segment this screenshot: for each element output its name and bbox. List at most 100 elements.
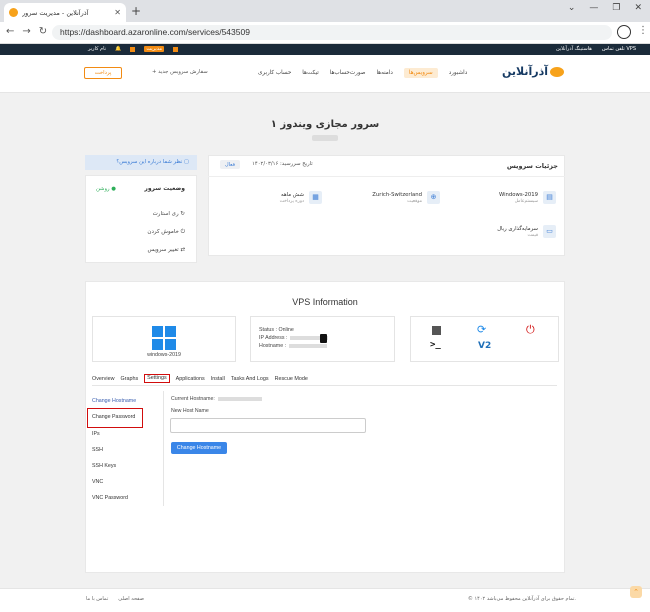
page-title: ۱ سرور مجازی ویندوز xyxy=(270,119,380,130)
tab-graphs[interactable]: Graphs xyxy=(120,376,138,383)
scroll-top-icon[interactable]: ⌃ xyxy=(630,586,642,598)
hostname-label: Hostname : xyxy=(259,343,287,349)
top-info-bar: هاستینگ آذرآنلاین تلفن تماس VPS نام کارب… xyxy=(0,44,650,55)
money-icon: ▭ xyxy=(543,225,556,238)
status-label: Status : xyxy=(259,327,277,333)
os-label: سیستم‌عامل xyxy=(514,198,538,204)
close-tab-icon[interactable]: ✕ xyxy=(114,8,121,17)
vnc-icon[interactable]: V2 xyxy=(478,341,491,351)
restore-icon[interactable]: ❐ xyxy=(612,3,620,13)
site-logo[interactable]: آذرآنلاین xyxy=(502,65,565,78)
address-bar[interactable]: https://dashboard.azaronline.com/service… xyxy=(52,25,612,40)
online-text: روشن xyxy=(96,186,110,192)
vps-title: VPS Information xyxy=(292,297,358,307)
server-status-title: وضعیت سرور xyxy=(144,185,185,192)
location-label: موقعیت xyxy=(407,198,422,204)
copy-icon[interactable] xyxy=(320,334,327,343)
forward-icon[interactable]: → xyxy=(22,26,30,37)
swap-icon: ⇄ xyxy=(180,247,185,253)
tab-tasks-logs[interactable]: Tasks And Logs xyxy=(231,376,269,383)
stop-icon[interactable] xyxy=(432,326,441,335)
current-hostname-label: Current Hostname: xyxy=(171,396,215,402)
cart-icon[interactable] xyxy=(130,46,136,52)
change-service-label: تغییر سرویس xyxy=(147,247,179,253)
nav-services[interactable]: سرویس‌ها xyxy=(403,68,438,78)
plan-label: دوره پرداخت xyxy=(279,198,304,204)
ip-line: IP Address : xyxy=(259,335,329,341)
feedback-link[interactable]: نظر شما درباره این سرویس؟ ▢ xyxy=(85,155,197,170)
current-hostname: Current Hostname: xyxy=(171,396,262,402)
manage-link[interactable]: مدیریت xyxy=(144,46,165,52)
restart-icon: ↻ xyxy=(180,211,185,217)
window-controls: ⌄ — ❐ ✕ xyxy=(568,3,642,13)
nav-tickets[interactable]: تیکت‌ها xyxy=(302,70,318,78)
restart-label: ری استارت xyxy=(152,211,179,217)
footer-links: تماس با ما صفحه اصلی xyxy=(86,596,144,602)
bell-icon[interactable]: 🔔 xyxy=(115,46,121,52)
favicon-icon xyxy=(9,8,18,17)
service-os: Windows-2019 سیستم‌عامل ▤ xyxy=(499,191,556,204)
highlight-box xyxy=(87,408,143,428)
service-details-title: جزئیات سرویس xyxy=(506,162,558,170)
change-hostname-button[interactable]: Change Hostname xyxy=(171,442,227,454)
browser-tab[interactable]: آذرآنلاین - مدیریت سرور ✕ xyxy=(4,3,126,22)
tab-title: آذرآنلاین - مدیریت سرور xyxy=(22,8,89,17)
price-value: سرمایه‌گذاری ریال xyxy=(497,225,538,232)
footer-link-home[interactable]: صفحه اصلی xyxy=(118,596,144,602)
chat-icon: ▢ xyxy=(183,159,189,165)
tab-applications[interactable]: Applications xyxy=(176,376,205,383)
user-name[interactable]: نام کاربر xyxy=(88,46,106,52)
shutdown-label: خاموش کردن xyxy=(147,229,179,235)
side-ssh-keys[interactable]: SSH Keys xyxy=(92,463,116,469)
tab-install[interactable]: Install xyxy=(211,376,225,383)
globe-icon: ⊕ xyxy=(427,191,440,204)
tab-settings[interactable]: Settings xyxy=(144,374,170,383)
nav-invoices[interactable]: صورت‌حساب‌ها xyxy=(330,70,366,78)
tab-overview[interactable]: Overview xyxy=(92,376,114,383)
profile-icon[interactable] xyxy=(617,25,631,39)
nav-account[interactable]: حساب کاربری xyxy=(258,70,291,78)
nav-buttons: ← → ↻ xyxy=(6,26,47,37)
minimize-icon[interactable]: — xyxy=(589,3,598,13)
hosting-link[interactable]: هاستینگ آذرآنلاین xyxy=(556,46,592,52)
side-ssh[interactable]: SSH xyxy=(92,447,103,453)
power-icon[interactable]: ⏻ xyxy=(526,323,535,337)
tabs-divider xyxy=(92,385,557,386)
power-icon: ⏻ xyxy=(180,229,185,235)
logo-swirl-icon xyxy=(550,67,565,77)
pay-button[interactable]: پرداخت xyxy=(84,67,122,79)
new-hostname-input[interactable] xyxy=(170,418,366,433)
vps-link[interactable]: تلفن تماس VPS xyxy=(602,46,636,52)
menu-icon[interactable]: ⋮ xyxy=(638,25,648,36)
footer-link-contact[interactable]: تماس با ما xyxy=(86,596,108,602)
reload-icon[interactable]: ↻ xyxy=(39,26,47,37)
nav-dashboard[interactable]: داشبورد xyxy=(449,70,468,78)
logo-text: آذرآنلاین xyxy=(502,65,549,78)
console-icon[interactable]: >_ xyxy=(430,340,441,350)
side-vnc-password[interactable]: VNC Password xyxy=(92,495,128,501)
plan-value: شش ماهه xyxy=(281,191,304,198)
back-icon[interactable]: ← xyxy=(6,26,14,37)
chevron-down-icon[interactable]: ⌄ xyxy=(568,3,576,13)
tab-rescue-mode[interactable]: Rescue Mode xyxy=(275,376,308,383)
restart-action[interactable]: ری استارت ↻ xyxy=(153,211,185,217)
hostname-line: Hostname : xyxy=(259,343,328,349)
os-name: windows-2019 xyxy=(147,352,181,358)
side-ips[interactable]: IPs xyxy=(92,431,100,437)
ip-label: IP Address : xyxy=(259,335,288,341)
side-vnc[interactable]: VNC xyxy=(92,479,103,485)
close-icon[interactable]: ✕ xyxy=(634,3,642,13)
shutdown-action[interactable]: خاموش کردن ⏻ xyxy=(147,229,185,236)
side-change-hostname[interactable]: Change Hostname xyxy=(92,398,136,404)
reboot-icon[interactable]: ⟳ xyxy=(477,323,486,336)
wallet-icon[interactable] xyxy=(173,46,179,52)
server-icon: ▤ xyxy=(543,191,556,204)
online-indicator: روشن ● xyxy=(96,186,116,192)
new-tab-icon[interactable]: + xyxy=(131,4,141,18)
nav-domains[interactable]: دامنه‌ها xyxy=(376,70,392,78)
status-badge: فعال xyxy=(220,160,240,169)
calendar-icon: ▦ xyxy=(309,191,322,204)
new-service-button[interactable]: + سفارش سرویس جدید xyxy=(148,67,212,79)
change-service-action[interactable]: تغییر سرویس ⇄ xyxy=(148,247,186,253)
main-nav: حساب کاربری تیکت‌ها صورت‌حساب‌ها دامنه‌ه… xyxy=(258,68,468,78)
